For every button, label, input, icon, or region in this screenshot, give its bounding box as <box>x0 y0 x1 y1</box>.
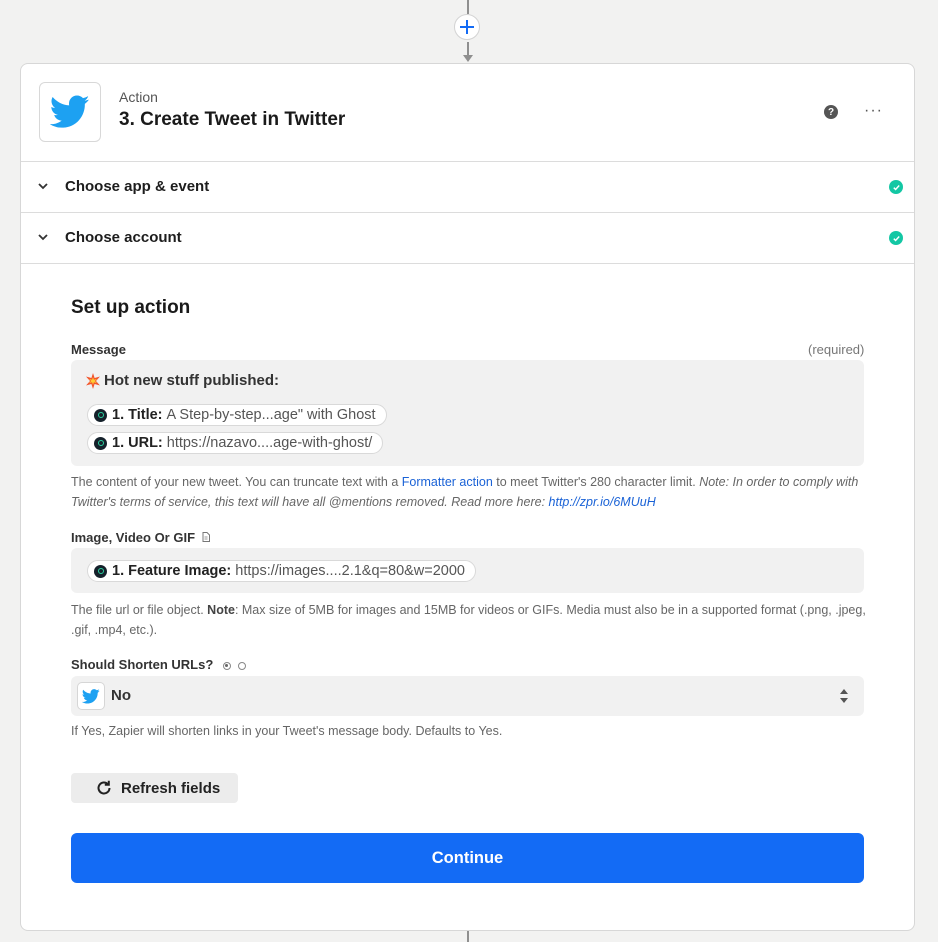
section-choose-account[interactable]: Choose account <box>21 213 914 264</box>
ghost-app-icon <box>94 436 107 450</box>
refresh-fields-label: Refresh fields <box>121 779 221 797</box>
section-label: Choose app & event <box>65 178 210 195</box>
required-indicator: (required) <box>808 342 865 357</box>
add-step-button[interactable] <box>454 14 480 40</box>
step-header: Action 3. Create Tweet in Twitter ? ··· <box>21 64 914 162</box>
chevron-down-icon <box>38 183 48 190</box>
help-bold: Note <box>207 603 235 617</box>
image-label: Image, Video Or GIF <box>71 530 210 545</box>
twitter-app-logo <box>39 82 101 142</box>
twitter-bird-icon <box>50 95 90 128</box>
flow-connector-top <box>467 0 469 14</box>
check-circle-icon <box>889 231 903 245</box>
arrow-down-icon <box>463 55 473 62</box>
help-icon[interactable]: ? <box>824 105 838 119</box>
pill-value: https://nazavo....age-with-ghost/ <box>166 435 373 451</box>
chevron-down-icon <box>38 234 48 241</box>
flow-connector-mid <box>467 42 469 56</box>
pill-key: 1. Feature Image: <box>112 563 232 579</box>
radio-selected-icon[interactable] <box>222 661 231 670</box>
data-pill-title[interactable]: 1. Title: A Step-by-step...age" with Gho… <box>87 404 387 426</box>
twitter-icon <box>77 682 105 710</box>
image-field[interactable]: 1. Feature Image: https://images....2.1&… <box>71 548 864 593</box>
refresh-icon <box>97 780 111 795</box>
help-text: The content of your new tweet. You can t… <box>71 475 402 489</box>
select-arrows-icon <box>840 689 848 703</box>
collision-emoji-icon <box>86 373 100 389</box>
step-title: 3. Create Tweet in Twitter <box>119 109 346 130</box>
setup-title: Set up action <box>71 297 191 318</box>
message-field[interactable]: Hot new stuff published: 1. Title: A Ste… <box>71 360 864 466</box>
section-label: Choose account <box>65 229 182 246</box>
section-choose-app-event[interactable]: Choose app & event <box>21 162 914 213</box>
refresh-fields-button[interactable]: Refresh fields <box>71 773 238 803</box>
image-label-text: Image, Video Or GIF <box>71 530 196 545</box>
shorten-urls-select[interactable]: No <box>71 676 864 716</box>
step-kind-label: Action <box>119 89 158 105</box>
flow-connector-bottom <box>467 931 469 942</box>
action-step-card: Action 3. Create Tweet in Twitter ? ··· … <box>20 63 915 931</box>
zpr-link[interactable]: http://zpr.io/6MUuH <box>549 495 656 509</box>
image-help-text: The file url or file object. Note: Max s… <box>71 600 866 640</box>
pill-key: 1. URL: <box>112 435 163 451</box>
formatter-action-link[interactable]: Formatter action <box>402 475 493 489</box>
selected-value: No <box>111 687 131 704</box>
message-text: Hot new stuff published: <box>104 372 279 389</box>
pill-value: https://images....2.1&q=80&w=2000 <box>235 563 465 579</box>
help-text: The file url or file object. <box>71 603 208 617</box>
file-icon <box>202 532 210 542</box>
shorten-urls-label: Should Shorten URLs? <box>71 657 246 672</box>
check-circle-icon <box>889 180 903 194</box>
message-help-text: The content of your new tweet. You can t… <box>71 472 866 512</box>
more-options-icon[interactable]: ··· <box>864 102 883 120</box>
data-pill-url[interactable]: 1. URL: https://nazavo....age-with-ghost… <box>87 432 384 454</box>
pill-key: 1. Title: <box>112 407 163 423</box>
pill-value: A Step-by-step...age" with Ghost <box>166 407 376 423</box>
ghost-app-icon <box>94 408 107 422</box>
help-text: to meet Twitter's 280 character limit. <box>492 475 700 489</box>
plus-icon <box>460 20 474 34</box>
radio-empty-icon[interactable] <box>237 661 246 670</box>
shorten-urls-help-text: If Yes, Zapier will shorten links in you… <box>71 724 503 738</box>
shorten-urls-label-text: Should Shorten URLs? <box>71 657 214 672</box>
message-label: Message <box>71 342 126 357</box>
data-pill-feature-image[interactable]: 1. Feature Image: https://images....2.1&… <box>87 560 476 582</box>
ghost-app-icon <box>94 564 107 578</box>
continue-button[interactable]: Continue <box>71 833 864 883</box>
